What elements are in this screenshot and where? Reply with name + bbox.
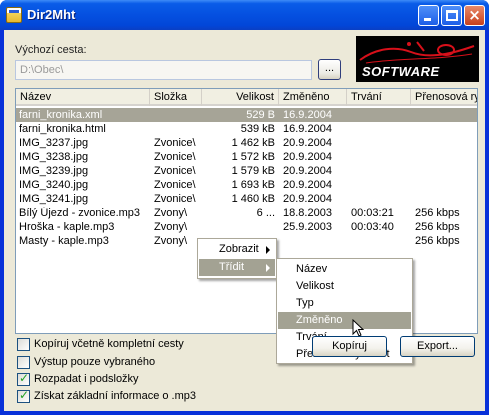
checkbox-selected-only[interactable] xyxy=(17,356,30,369)
cell-name: IMG_3239.jpg xyxy=(19,165,89,177)
table-row[interactable]: IMG_3240.jpg Zvonice\ 1 693 kB 20.9.2004 xyxy=(16,178,477,192)
cell-size: 1 693 kB xyxy=(231,179,275,191)
cell-bitrate: 256 kbps xyxy=(415,207,460,219)
cell-folder: Zvonice\ xyxy=(154,137,196,149)
sort-by-size[interactable]: Velikost xyxy=(278,278,411,295)
column-header-duration[interactable]: Trvání xyxy=(347,89,411,106)
window-title: Dir2Mht xyxy=(27,7,76,22)
menu-item-sort-label: Třídit xyxy=(219,261,245,273)
cell-folder: Zvonice\ xyxy=(154,151,196,163)
app-icon xyxy=(6,7,22,23)
table-row[interactable]: IMG_3237.jpg Zvonice\ 1 462 kB 20.9.2004 xyxy=(16,136,477,150)
cell-name: IMG_3238.jpg xyxy=(19,151,89,163)
sort-by-modified[interactable]: Změněno xyxy=(278,312,411,329)
option-full-path-label: Kopíruj včetně kompletní cesty xyxy=(34,338,184,350)
table-row[interactable]: Bílý Újezd - zvonice.mp3 Zvony\ 6 ... 18.8.… xyxy=(16,206,477,220)
path-input[interactable] xyxy=(15,60,312,80)
cell-modified: 20.9.2004 xyxy=(283,137,332,149)
menu-item-show-label: Zobrazit xyxy=(219,243,259,255)
dialog-body: Výchozí cesta: ... SOFTWARE Název Složka… xyxy=(4,30,485,411)
column-header-bitrate[interactable]: Přenosová rychlost xyxy=(411,89,477,106)
cell-duration: 00:03:21 xyxy=(351,207,394,219)
submenu-arrow-icon xyxy=(266,246,270,254)
cell-modified: 20.9.2004 xyxy=(283,179,332,191)
cell-name: farni_kronika.xml xyxy=(19,109,103,121)
cell-folder: Zvonice\ xyxy=(154,165,196,177)
column-header-folder[interactable]: Složka xyxy=(150,89,202,106)
cell-name: IMG_3240.jpg xyxy=(19,179,89,191)
browse-button[interactable]: ... xyxy=(318,59,341,80)
maximize-icon xyxy=(446,10,458,21)
cell-bitrate: 256 kbps xyxy=(415,235,460,247)
column-header-modified[interactable]: Změněno xyxy=(279,89,347,106)
minimize-button[interactable] xyxy=(418,5,439,26)
table-row[interactable]: farni_kronika.xml 529 B 16.9.2004 xyxy=(16,108,477,122)
cell-size: 1 579 kB xyxy=(231,165,275,177)
cell-size: 1 460 kB xyxy=(231,193,275,205)
logo-text: SOFTWARE xyxy=(362,64,440,79)
column-header-name[interactable]: Název xyxy=(16,89,150,106)
cell-modified: 25.9.2003 xyxy=(283,221,332,233)
option-subfolders[interactable]: ✓ Rozpadat i podsložky xyxy=(17,371,237,387)
checkbox-full-path[interactable] xyxy=(17,338,30,351)
cell-name: Bílý Újezd - zvonice.mp3 xyxy=(19,207,141,219)
context-menu: Zobrazit Třídit xyxy=(197,238,277,279)
checkmark-icon: ✓ xyxy=(19,388,30,402)
table-row[interactable]: Hroška - kaple.mp3 Zvony\ 25.9.2003 00:03:4… xyxy=(16,220,477,234)
app-window: Dir2Mht × Výchozí cesta: ... SOFTWARE xyxy=(0,0,489,415)
cell-modified: 20.9.2004 xyxy=(283,193,332,205)
minimize-icon xyxy=(424,18,431,21)
close-button[interactable]: × xyxy=(464,5,485,26)
export-button[interactable]: Export... xyxy=(400,336,475,357)
checkmark-icon: ✓ xyxy=(19,371,30,385)
table-row[interactable]: IMG_3238.jpg Zvonice\ 1 572 kB 20.9.2004 xyxy=(16,150,477,164)
cell-size: 1 572 kB xyxy=(231,151,275,163)
cell-modified: 20.9.2004 xyxy=(283,165,332,177)
sort-by-type[interactable]: Typ xyxy=(278,295,411,312)
sort-by-name[interactable]: Název xyxy=(278,261,411,278)
cell-size: 6 ... xyxy=(256,207,275,219)
cell-duration: 00:03:40 xyxy=(351,221,394,233)
cell-name: farni_kronika.html xyxy=(19,123,106,135)
list-header: Název Složka Velikost Změněno Trvání Pře… xyxy=(16,89,477,106)
option-mp3-info-label: Získat základní informace o .mp3 xyxy=(34,390,197,402)
cell-bitrate: 256 kbps xyxy=(415,221,460,233)
menu-item-sort[interactable]: Třídit xyxy=(199,259,275,276)
cell-modified: 16.9.2004 xyxy=(283,123,332,135)
option-mp3-info[interactable]: ✓ Získat základní informace o .mp3 xyxy=(17,388,237,404)
menu-item-show[interactable]: Zobrazit xyxy=(199,241,275,258)
submenu-arrow-icon xyxy=(266,264,270,272)
column-header-size[interactable]: Velikost xyxy=(202,89,279,106)
software-logo: SOFTWARE xyxy=(356,36,479,82)
cell-folder: Zvonice\ xyxy=(154,179,196,191)
close-icon: × xyxy=(468,6,481,24)
cell-size: 1 462 kB xyxy=(231,137,275,149)
option-selected-only[interactable]: Výstup pouze vybraného xyxy=(17,356,237,370)
table-row[interactable]: IMG_3239.jpg Zvonice\ 1 579 kB 20.9.2004 xyxy=(16,164,477,178)
copy-button[interactable]: Kopíruj xyxy=(312,336,387,357)
title-bar[interactable]: Dir2Mht × xyxy=(0,0,489,30)
cell-size: 529 B xyxy=(246,109,275,121)
cell-folder: Zvony\ xyxy=(154,207,188,219)
option-subfolders-label: Rozpadat i podsložky xyxy=(34,373,139,385)
table-row[interactable]: farni_kronika.html 539 kB 16.9.2004 xyxy=(16,122,477,136)
option-full-path[interactable]: Kopíruj včetně kompletní cesty xyxy=(17,338,237,352)
cell-folder: Zvony\ xyxy=(154,221,188,233)
cell-name: Masty - kaple.mp3 xyxy=(19,235,109,247)
cell-name: IMG_3237.jpg xyxy=(19,137,89,149)
maximize-button[interactable] xyxy=(441,5,462,26)
checkbox-mp3-info[interactable]: ✓ xyxy=(17,388,30,403)
table-row[interactable]: IMG_3241.jpg Zvonice\ 1 460 kB 20.9.2004 xyxy=(16,192,477,206)
option-selected-only-label: Výstup pouze vybraného xyxy=(34,356,156,368)
checkbox-subfolders[interactable]: ✓ xyxy=(17,371,30,386)
cell-size: 539 kB xyxy=(240,123,275,135)
cell-name: IMG_3241.jpg xyxy=(19,193,89,205)
cell-name: Hroška - kaple.mp3 xyxy=(19,221,115,233)
cell-modified: 20.9.2004 xyxy=(283,151,332,163)
cell-folder: Zvonice\ xyxy=(154,193,196,205)
path-label: Výchozí cesta: xyxy=(15,44,87,56)
cell-modified: 16.9.2004 xyxy=(283,109,332,121)
cell-modified: 18.8.2003 xyxy=(283,207,332,219)
